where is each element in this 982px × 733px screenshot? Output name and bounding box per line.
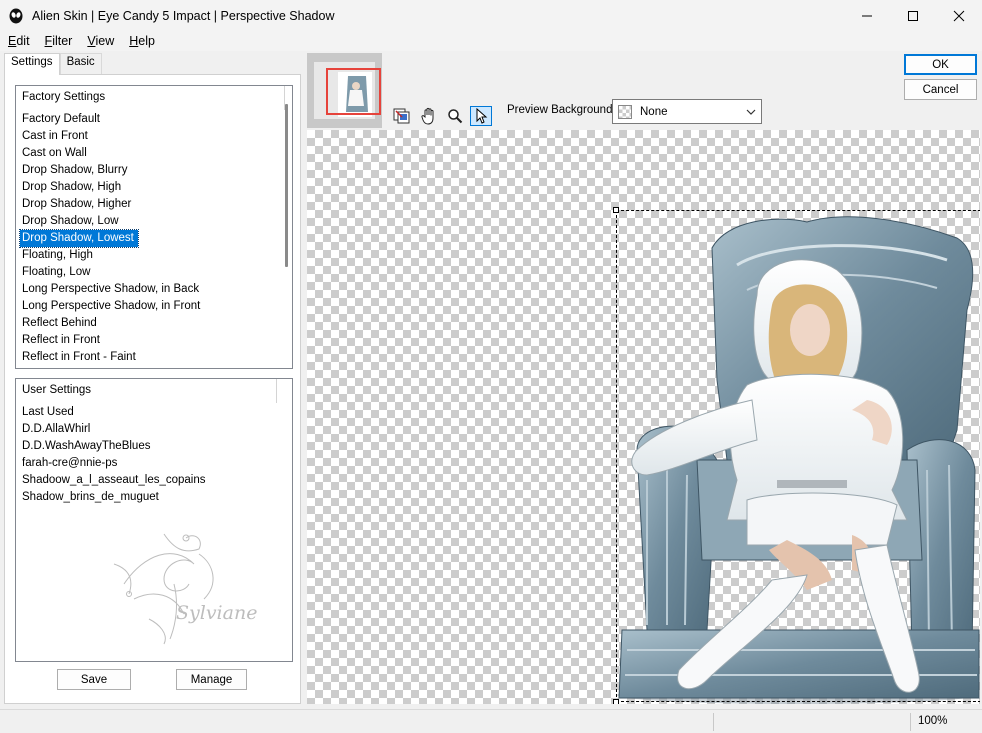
save-button[interactable]: Save bbox=[57, 669, 131, 690]
menu-filter[interactable]: Filter bbox=[37, 34, 80, 48]
list-item-label: Drop Shadow, Low bbox=[22, 215, 119, 227]
tab-basic[interactable]: Basic bbox=[59, 53, 102, 74]
close-window-button[interactable] bbox=[936, 0, 982, 31]
menu-help[interactable]: Help bbox=[121, 34, 162, 48]
list-item-label: Shadow_brins_de_muguet bbox=[22, 491, 159, 503]
window-title: Alien Skin | Eye Candy 5 Impact | Perspe… bbox=[32, 8, 335, 23]
status-bar: 100% bbox=[0, 709, 982, 733]
factory-settings-list[interactable]: Factory Settings Factory Default Cast in … bbox=[15, 85, 293, 369]
list-item[interactable]: Last Used bbox=[20, 404, 280, 421]
list-item-label: Cast on Wall bbox=[22, 147, 87, 159]
preview-background-select[interactable]: None bbox=[612, 99, 762, 124]
navigator-thumbnail[interactable] bbox=[307, 53, 382, 128]
list-item-label: Cast in Front bbox=[22, 130, 88, 142]
maximize-icon bbox=[908, 10, 918, 21]
status-divider bbox=[910, 713, 911, 731]
alien-skin-logo-icon bbox=[9, 8, 23, 23]
user-settings-list[interactable]: User Settings Last Used D.D.AllaWhirl D.D.… bbox=[15, 378, 293, 662]
list-item[interactable]: Cast on Wall bbox=[20, 145, 280, 162]
list-item[interactable]: Shadoow_a_l_asseaut_les_copains bbox=[20, 472, 280, 489]
preview-canvas[interactable] bbox=[307, 130, 980, 704]
list-item[interactable]: D.D.WashAwayTheBlues bbox=[20, 438, 280, 455]
list-item-label: Drop Shadow, Blurry bbox=[22, 164, 128, 176]
magnifier-icon bbox=[448, 109, 463, 124]
user-items: Last Used D.D.AllaWhirl D.D.WashAwayTheBlu… bbox=[20, 404, 280, 506]
preview-toggle-icon bbox=[393, 108, 410, 124]
factory-settings-header: Factory Settings bbox=[22, 91, 106, 103]
tab-settings[interactable]: Settings bbox=[4, 53, 60, 75]
list-item-label: Reflect Behind bbox=[22, 317, 97, 329]
settings-panel: Factory Settings Factory Default Cast in … bbox=[4, 74, 301, 704]
factory-items: Factory Default Cast in Front Cast on Wall… bbox=[19, 111, 280, 366]
preview-background-value: None bbox=[640, 105, 668, 118]
list-item-label: Floating, High bbox=[22, 249, 93, 261]
list-item[interactable]: Reflect in Front - Faint bbox=[20, 349, 280, 366]
close-icon bbox=[953, 10, 965, 21]
status-divider bbox=[713, 713, 714, 731]
list-item[interactable]: Long Perspective Shadow, in Back bbox=[20, 281, 280, 298]
list-item[interactable]: Drop Shadow, High bbox=[20, 179, 280, 196]
menu-edit[interactable]: Edit bbox=[0, 34, 37, 48]
list-item[interactable]: Reflect in Front bbox=[20, 332, 280, 349]
resize-handle[interactable] bbox=[613, 699, 619, 704]
transparent-swatch-icon bbox=[618, 104, 632, 119]
list-item-label: Factory Default bbox=[22, 113, 100, 125]
list-item[interactable]: Drop Shadow, Lowest bbox=[19, 229, 280, 248]
list-item[interactable]: Factory Default bbox=[20, 111, 280, 128]
list-item[interactable]: farah-cre@nnie-ps bbox=[20, 455, 280, 472]
hand-icon bbox=[421, 107, 434, 125]
list-item-label: Reflect in Front bbox=[22, 334, 100, 346]
list-item-label: Drop Shadow, Higher bbox=[22, 198, 132, 210]
list-item-label: Reflect in Front - Faint bbox=[22, 351, 136, 363]
resize-handle[interactable] bbox=[613, 207, 619, 213]
list-item-label: Drop Shadow, Lowest bbox=[19, 229, 139, 248]
list-item[interactable]: Floating, High bbox=[20, 247, 280, 264]
zoom-tool[interactable] bbox=[444, 106, 466, 126]
list-item-label: D.D.AllaWhirl bbox=[22, 423, 91, 435]
list-item[interactable]: Reflect Behind bbox=[20, 315, 280, 332]
list-item[interactable]: Long Perspective Shadow, in Front bbox=[20, 298, 280, 315]
minimize-icon bbox=[862, 15, 872, 16]
header-divider bbox=[276, 379, 277, 403]
user-settings-header: User Settings bbox=[22, 384, 92, 396]
preview-background-label: Preview Background: bbox=[507, 104, 616, 116]
maximize-button[interactable] bbox=[890, 0, 936, 31]
cancel-button[interactable]: Cancel bbox=[904, 79, 977, 100]
list-item-label: Drop Shadow, High bbox=[22, 181, 122, 193]
tab-strip: Settings Basic bbox=[4, 53, 102, 75]
list-item[interactable]: Shadow_brins_de_muguet bbox=[20, 489, 280, 506]
minimize-button[interactable] bbox=[844, 0, 890, 31]
toggle-preview-tool[interactable] bbox=[391, 106, 413, 126]
list-item-label: farah-cre@nnie-ps bbox=[22, 457, 118, 469]
navigator-view-frame[interactable] bbox=[326, 68, 381, 115]
arrow-cursor-icon bbox=[476, 108, 488, 124]
ok-button[interactable]: OK bbox=[904, 54, 977, 75]
list-item[interactable]: Cast in Front bbox=[20, 128, 280, 145]
list-item[interactable]: D.D.AllaWhirl bbox=[20, 421, 280, 438]
list-item-label: Long Perspective Shadow, in Front bbox=[22, 300, 201, 312]
menu-view[interactable]: View bbox=[79, 34, 121, 48]
sylviane-watermark-logo: Sylviane bbox=[113, 533, 257, 645]
list-item[interactable]: Drop Shadow, Higher bbox=[20, 196, 280, 213]
chevron-down-icon bbox=[746, 109, 756, 115]
list-item[interactable]: Drop Shadow, Blurry bbox=[20, 162, 280, 179]
manage-button[interactable]: Manage bbox=[176, 669, 247, 690]
pan-tool[interactable] bbox=[418, 106, 440, 126]
title-bar: Alien Skin | Eye Candy 5 Impact | Perspe… bbox=[0, 0, 982, 31]
selection-rectangle[interactable] bbox=[613, 207, 980, 704]
list-item-label: Floating, Low bbox=[22, 266, 91, 278]
list-item-label: D.D.WashAwayTheBlues bbox=[22, 440, 151, 452]
list-item-label: Long Perspective Shadow, in Back bbox=[22, 283, 200, 295]
select-tool[interactable] bbox=[470, 106, 492, 126]
list-item[interactable]: Drop Shadow, Low bbox=[20, 213, 280, 230]
list-item-label: Last Used bbox=[22, 406, 74, 418]
list-item-label: Shadoow_a_l_asseaut_les_copains bbox=[22, 474, 206, 486]
zoom-level: 100% bbox=[918, 715, 948, 727]
factory-scrollbar[interactable] bbox=[285, 104, 288, 267]
watermark-text: Sylviane bbox=[176, 602, 257, 624]
menu-bar: Edit Filter View Help bbox=[0, 31, 982, 51]
list-item[interactable]: Floating, Low bbox=[20, 264, 280, 281]
